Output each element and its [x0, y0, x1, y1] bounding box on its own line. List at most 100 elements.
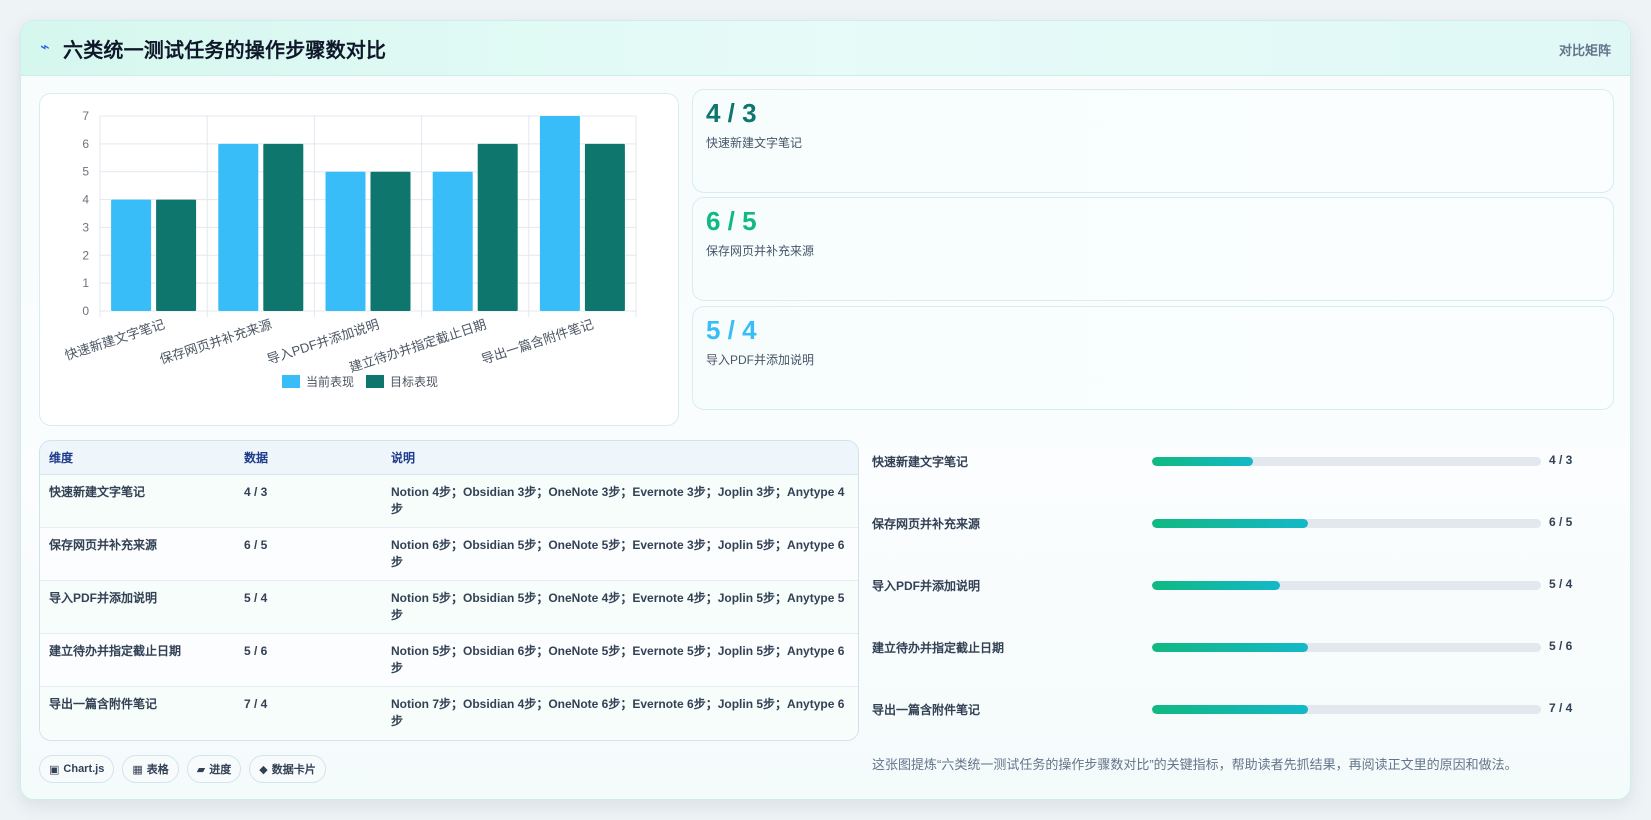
x-tick-label: 导出一篇含附件笔记 [479, 317, 595, 367]
table-cell: Notion 5步；Obsidian 6步；OneNote 5步；Evernot… [382, 633, 858, 687]
y-tick-label: 1 [82, 276, 89, 290]
progress-row: 快速新建文字笔记 4 / 3 [872, 451, 1592, 471]
y-tick-label: 6 [82, 137, 89, 151]
progress-fill [1152, 581, 1281, 590]
legend-item[interactable]: 目标表现 [366, 373, 438, 390]
y-tick-label: 0 [82, 304, 89, 318]
progress-value: 5 / 4 [1549, 577, 1573, 591]
bar [325, 171, 366, 311]
tag-chartjs[interactable]: ▣ Chart.js [39, 755, 115, 783]
progress-row: 导出一篇含附件笔记 7 / 4 [872, 699, 1592, 719]
table-cell: Notion 5步；Obsidian 5步；OneNote 4步；Evernot… [382, 580, 858, 634]
progress-track [1152, 643, 1541, 652]
bar [156, 199, 197, 311]
kpi-value: 4 / 3 [706, 98, 757, 128]
y-tick-label: 5 [82, 165, 89, 179]
x-tick-label: 快速新建文字笔记 [63, 317, 167, 363]
column-header: 说明 [382, 441, 858, 475]
table-row: 导出一篇含附件笔记 7 / 4 Notion 7步；Obsidian 4步；On… [40, 686, 858, 739]
progress-icon: ▰ [196, 763, 206, 776]
progress-label: 导入PDF并添加说明 [872, 579, 981, 593]
progress-value: 4 / 3 [1549, 453, 1573, 467]
y-tick-label: 3 [82, 220, 89, 234]
table-cell: 7 / 4 [244, 696, 268, 711]
kpi-card: 5 / 4 导入PDF并添加说明 [692, 306, 1614, 410]
progress-row: 建立待办并指定截止日期 5 / 6 [872, 637, 1592, 657]
y-tick-label: 2 [82, 248, 89, 262]
progress-row: 导入PDF并添加说明 5 / 4 [872, 575, 1592, 595]
table-cell: 保存网页并补充来源 [40, 527, 235, 581]
bar [111, 199, 152, 311]
kpi-label: 导入PDF并添加说明 [706, 353, 815, 367]
bar [218, 143, 259, 311]
progress-fill [1152, 705, 1308, 714]
chart-legend: 当前表现 目标表现 [40, 373, 680, 390]
bar [370, 171, 411, 311]
kpi-label: 保存网页并补充来源 [706, 244, 815, 258]
kpi-value: 5 / 4 [706, 315, 757, 345]
table-row: 快速新建文字笔记 4 / 3 Notion 4步；Obsidian 3步；One… [40, 474, 858, 528]
kpi-value: 6 / 5 [706, 206, 757, 236]
table-cell: Notion 6步；Obsidian 5步；OneNote 5步；Evernot… [382, 527, 858, 581]
progress-value: 6 / 5 [1549, 515, 1573, 529]
header: ⌁ 六类统一测试任务的操作步骤数对比 对比矩阵 [21, 21, 1630, 76]
bar [263, 143, 304, 311]
table-row: 导入PDF并添加说明 5 / 4 Notion 5步；Obsidian 5步；O… [40, 580, 858, 634]
legend-label: 当前表现 [305, 375, 354, 389]
table-header-row: 维度 数据 说明 [40, 441, 858, 475]
data-table-panel: 维度 数据 说明 快速新建文字笔记 4 / 3 Notion 4步；Obsidi… [39, 440, 859, 741]
tag-data-cards[interactable]: ◆ 数据卡片 [249, 755, 326, 783]
table-cell: 建立待办并指定截止日期 [40, 633, 235, 687]
progress-value: 5 / 6 [1549, 639, 1573, 653]
column-header: 数据 [235, 441, 382, 475]
chart-icon: ▣ [49, 763, 60, 776]
progress-track [1152, 457, 1541, 466]
y-tick-label: 4 [82, 193, 89, 207]
bar [584, 143, 625, 311]
bar [432, 171, 473, 311]
lightning-icon: ⌁ [40, 39, 50, 56]
kpi-card: 6 / 5 保存网页并补充来源 [692, 197, 1614, 301]
table-cell: 6 / 5 [235, 527, 382, 581]
bar [539, 116, 580, 311]
column-header: 维度 [40, 441, 235, 475]
table-cell: 导出一篇含附件笔记 [49, 696, 158, 711]
tag-label: 数据卡片 [271, 764, 316, 776]
progress-fill [1152, 457, 1254, 466]
progress-track [1152, 705, 1541, 714]
bar-chart: 01234567快速新建文字笔记保存网页并补充来源导入PDF并添加说明建立待办并… [63, 109, 637, 374]
tag-label: 进度 [209, 764, 232, 776]
progress-value: 7 / 4 [1549, 701, 1573, 715]
legend-item[interactable]: 当前表现 [281, 373, 354, 390]
progress-track [1152, 519, 1541, 528]
progress-label: 建立待办并指定截止日期 [872, 641, 1005, 655]
summary-text: 这张图提炼“六类统一测试任务的操作步骤数对比”的关键指标，帮助读者先抓结果，再阅… [872, 757, 1518, 772]
table-row: 保存网页并补充来源 6 / 5 Notion 6步；Obsidian 5步；On… [40, 527, 858, 581]
progress-fill [1152, 519, 1308, 528]
tag-list: ▣ Chart.js ▦ 表格 ▰ 进度 ◆ 数据卡片 [39, 755, 326, 783]
diamond-icon: ◆ [259, 763, 268, 776]
table-cell: 导入PDF并添加说明 [40, 580, 235, 634]
table-cell: 5 / 4 [235, 580, 382, 634]
tag-label: 表格 [146, 764, 169, 776]
bar [477, 143, 518, 311]
progress-label: 快速新建文字笔记 [872, 455, 969, 469]
table-cell: Notion 7步；Obsidian 4步；OneNote 6步；Evernot… [391, 696, 845, 728]
legend-swatch [366, 375, 384, 388]
progress-row: 保存网页并补充来源 6 / 5 [872, 513, 1592, 533]
table-row: 建立待办并指定截止日期 5 / 6 Notion 5步；Obsidian 6步；… [40, 633, 858, 687]
y-tick-label: 7 [82, 109, 89, 123]
progress-track [1152, 581, 1541, 590]
legend-swatch [281, 375, 300, 388]
header-tag: 对比矩阵 [1558, 43, 1611, 58]
dashboard-card: ⌁ 六类统一测试任务的操作步骤数对比 对比矩阵 0 1 2 3 4 5 6 7 快速新建文字笔记… [20, 20, 1631, 800]
kpi-label: 快速新建文字笔记 [706, 136, 803, 150]
tag-label: Chart.js [63, 763, 105, 775]
progress-label: 保存网页并补充来源 [872, 517, 981, 531]
bar-chart-panel: 0 1 2 3 4 5 6 7 快速新建文字笔记 保存网页并补充来源 导入PDF并添加说明 建立待办并… [39, 93, 679, 426]
table-cell: 快速新建文字笔记 [40, 474, 235, 528]
tag-progress[interactable]: ▰ 进度 [186, 755, 242, 783]
kpi-card: 4 / 3 快速新建文字笔记 [692, 89, 1614, 193]
data-table: 维度 数据 说明 快速新建文字笔记 4 / 3 Notion 4步；Obsidi… [40, 441, 858, 739]
tag-table[interactable]: ▦ 表格 [122, 755, 179, 783]
